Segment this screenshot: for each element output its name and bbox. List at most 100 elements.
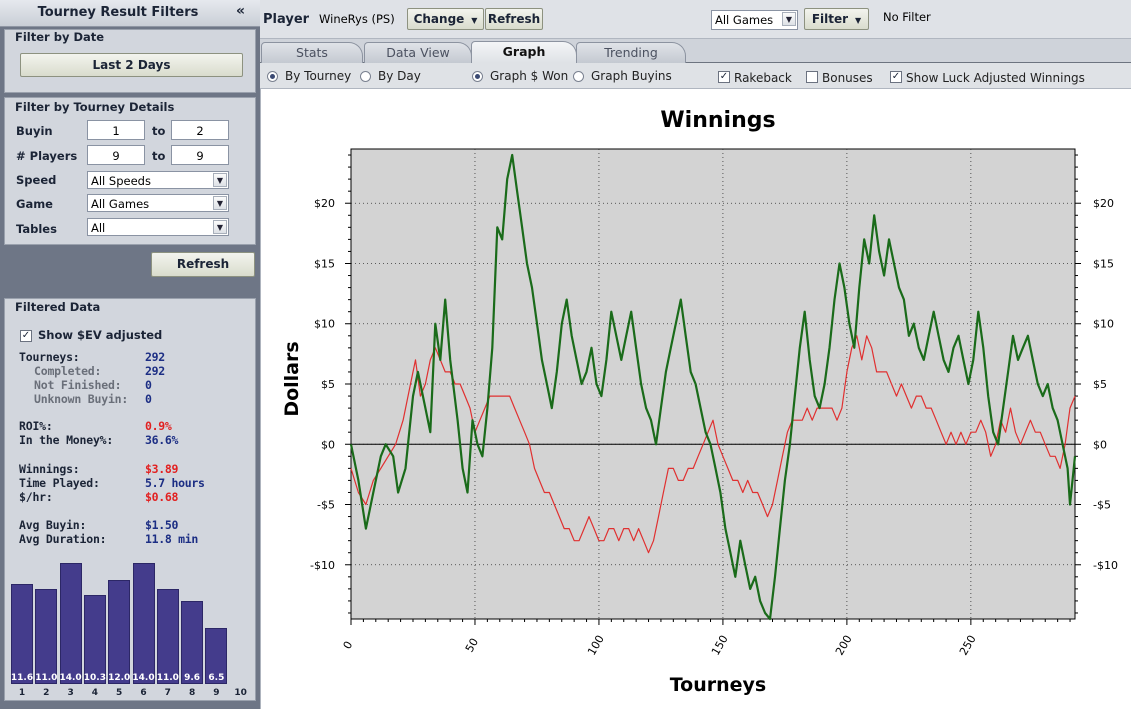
players-to-input[interactable]: 9 (171, 145, 229, 165)
game-select-value: All Games (91, 197, 150, 211)
y-tick-label-left: -$10 (310, 559, 335, 572)
buyin-to-label: to (152, 124, 166, 138)
graph-buyins-radio[interactable] (573, 71, 584, 82)
chevron-down-icon: ▼ (468, 16, 478, 25)
speed-select-value: All Speeds (91, 174, 151, 188)
filtered-data-title: Filtered Data (15, 300, 101, 314)
duration-histogram: 11.6 11.0 14.0 10.3 12.0 14.0 11.0 9.6 6.5 1 2 3 4 5 6… (10, 548, 247, 698)
histogram-index-label: 6 (140, 688, 147, 698)
players-from-input[interactable]: 9 (87, 145, 145, 165)
y-tick-label-right: $15 (1093, 257, 1114, 270)
filter-by-details-panel: Filter by Tourney Details Buyin 1 to 2 #… (4, 97, 256, 245)
change-player-button[interactable]: Change ▼ (407, 8, 484, 30)
chevron-down-icon[interactable]: ▼ (213, 220, 227, 234)
sidebar-header: Tourney Result Filters « (0, 0, 260, 27)
histogram-index-label: 5 (116, 688, 123, 698)
game-select[interactable]: All Games ▼ (87, 194, 229, 212)
stat-value: 0 (145, 392, 152, 406)
histogram-bar (35, 588, 58, 684)
histogram-index-label: 4 (91, 688, 99, 698)
filter-by-details-title: Filter by Tourney Details (15, 100, 175, 114)
by-day-radio[interactable] (360, 71, 371, 82)
histogram-index-label: 8 (188, 688, 196, 698)
luck-adjusted-checkbox[interactable]: ✓ (890, 71, 902, 83)
stat-label: In the Money%: (19, 433, 114, 447)
buyin-to-input[interactable]: 2 (171, 120, 229, 140)
last-2-days-button[interactable]: Last 2 Days (20, 53, 243, 77)
winnings-chart: -$10 -$10 -$5 -$5 $0 $0 $5 $5 $10 $10 $15 $15 $20 $20… (260, 89, 1131, 709)
stat-label: Not Finished: (34, 378, 122, 392)
collapse-sidebar-icon[interactable]: « (236, 3, 245, 19)
buyin-from-input[interactable]: 1 (87, 120, 145, 140)
stat-value: 292 (145, 364, 165, 378)
histogram-index-label: 9 (213, 688, 220, 698)
y-tick-label-left: $0 (321, 438, 335, 451)
filter-by-date-title: Filter by Date (15, 30, 105, 44)
filter-by-date-panel: Filter by Date Last 2 Days (4, 29, 256, 93)
by-tourney-label: By Tourney (285, 69, 352, 83)
stat-value: $0.68 (145, 490, 179, 504)
tab-graph[interactable]: Graph (471, 41, 577, 63)
y-tick-label-left: $10 (314, 318, 335, 331)
stat-label: Unknown Buyin: (34, 392, 129, 406)
graph-won-radio[interactable] (472, 71, 483, 82)
show-ev-checkbox[interactable]: ✓ (20, 330, 32, 342)
histogram-bar-value: 11.6 (10, 673, 34, 683)
y-tick-label-left: $15 (314, 257, 335, 270)
histogram-index-label: 2 (43, 688, 50, 698)
chevron-down-icon[interactable]: ▼ (213, 196, 227, 210)
y-tick-label-left: -$5 (317, 499, 335, 512)
histogram-index-label: 10 (234, 688, 247, 698)
stat-label: Time Played: (19, 476, 100, 490)
bonuses-checkbox[interactable] (806, 71, 818, 83)
graph-options-bar: By Tourney By Day Graph $ Won Graph Buyi… (260, 63, 1131, 89)
change-player-label: Change (413, 12, 465, 26)
histogram-bar-value: 11.0 (156, 673, 179, 683)
tab-trending[interactable]: Trending (576, 42, 686, 63)
chevron-down-icon[interactable]: ▼ (782, 12, 796, 26)
histogram-index-label: 7 (164, 688, 171, 698)
filter-button[interactable]: Filter ▼ (804, 8, 869, 30)
stat-value: $3.89 (145, 462, 179, 476)
y-tick-label-left: $5 (321, 378, 335, 391)
tables-select[interactable]: All ▼ (87, 218, 229, 236)
topbar-refresh-button[interactable]: Refresh (485, 8, 543, 30)
tab-stats[interactable]: Stats (261, 42, 363, 63)
histogram-bar-value: 12.0 (108, 673, 131, 683)
histogram-index-label: 3 (67, 688, 74, 698)
by-tourney-radio[interactable] (267, 71, 278, 82)
stat-label: ROI%: (19, 419, 53, 433)
chevron-down-icon: ▼ (852, 16, 862, 25)
y-tick-label-right: $20 (1093, 197, 1114, 210)
filter-label: Filter (811, 12, 849, 26)
speed-select[interactable]: All Speeds ▼ (87, 171, 229, 189)
stat-value: 292 (145, 350, 165, 364)
buyin-label: Buyin (16, 124, 53, 138)
winnings-chart-svg: -$10 -$10 -$5 -$5 $0 $0 $5 $5 $10 $10 $15 $15 $20 $20… (281, 108, 1118, 696)
x-axis-label: Tourneys (670, 674, 767, 696)
bonuses-label: Bonuses (822, 71, 873, 85)
x-tick-label: 50 (463, 636, 481, 655)
sidebar-refresh-button[interactable]: Refresh (151, 252, 255, 277)
tab-data-view[interactable]: Data View (364, 42, 472, 63)
x-tick-label: 150 (709, 633, 731, 658)
chevron-down-icon[interactable]: ▼ (213, 173, 227, 187)
stat-value: 36.6% (145, 433, 179, 447)
games-select[interactable]: All Games ▼ (711, 10, 798, 30)
y-tick-label-right: $0 (1093, 438, 1107, 451)
player-label: Player (263, 12, 310, 27)
show-ev-label: Show $EV adjusted (38, 328, 163, 342)
rakeback-checkbox[interactable]: ✓ (718, 71, 730, 83)
x-tick-label: 250 (957, 633, 979, 658)
y-tick-label-right: $10 (1093, 318, 1114, 331)
rakeback-label: Rakeback (734, 71, 792, 85)
games-select-value: All Games (715, 13, 774, 27)
sidebar-title: Tourney Result Filters (37, 5, 199, 20)
stat-value: 0.9% (145, 419, 172, 433)
histogram-bar (181, 601, 204, 684)
histogram-bar-value: 6.5 (208, 673, 225, 683)
stat-value: 11.8 min (145, 532, 198, 546)
histogram-bar (156, 588, 179, 684)
histogram-bar (11, 583, 33, 684)
stat-label: Winnings: (19, 462, 80, 476)
